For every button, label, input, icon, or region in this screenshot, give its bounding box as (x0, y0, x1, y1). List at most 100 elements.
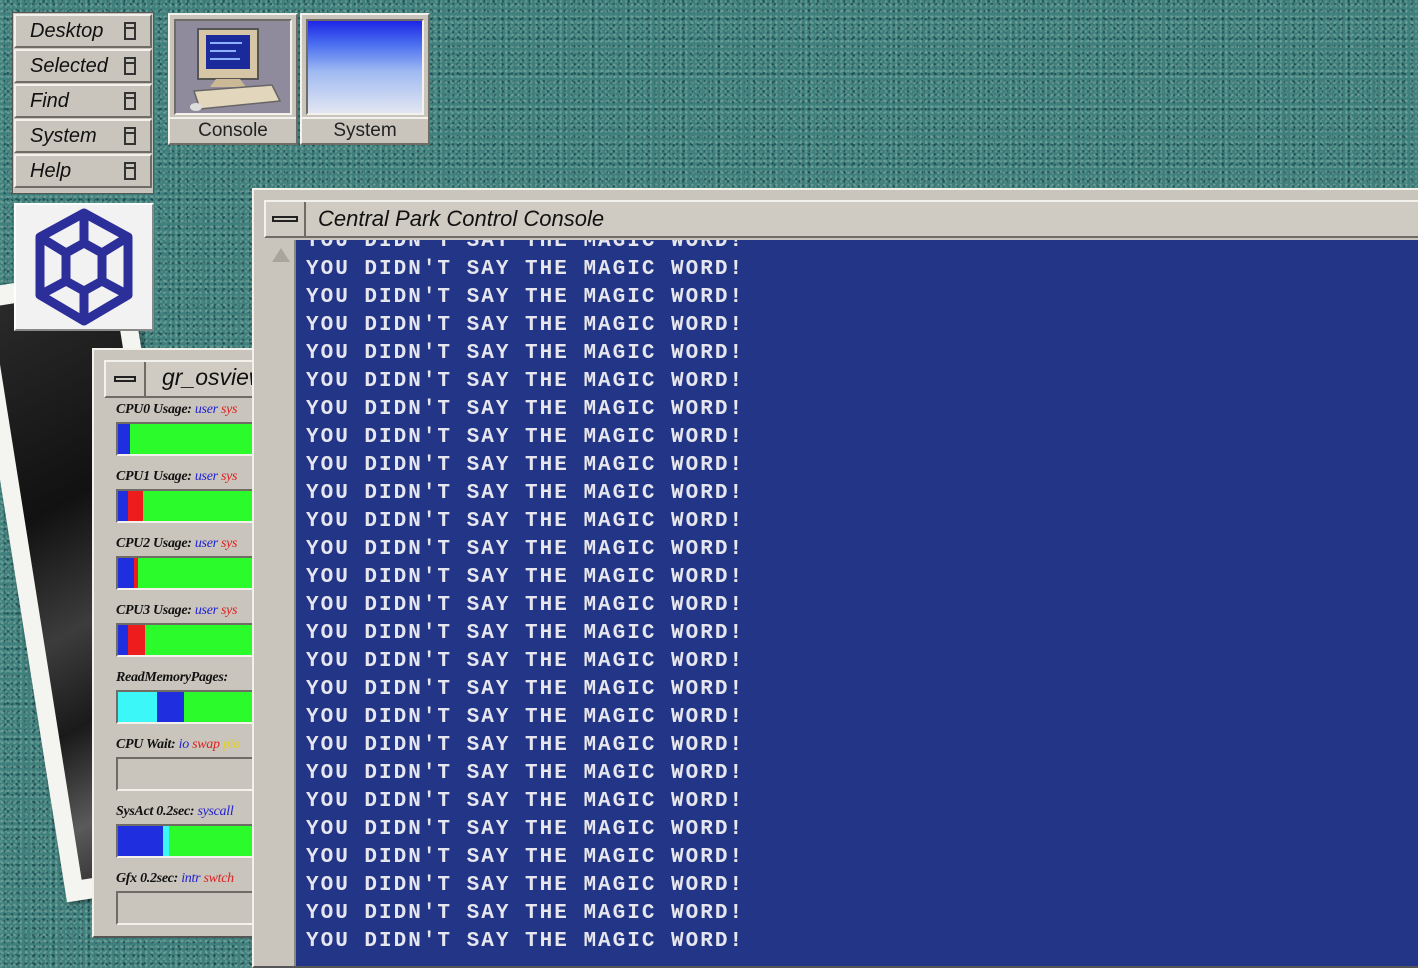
meter-key-sys: sys (220, 603, 238, 618)
toolchest-item-selected[interactable]: Selected (14, 49, 152, 83)
system-icon-label: System (302, 117, 428, 143)
meter-key-syscall: syscall (197, 804, 234, 819)
terminal-line: YOU DIDN'T SAY THE MAGIC WORD! (306, 818, 745, 841)
toolchest-item-label: Desktop (30, 19, 104, 42)
terminal-line: YOU DIDN'T SAY THE MAGIC WORD! (306, 510, 745, 533)
terminal-line: YOU DIDN'T SAY THE MAGIC WORD! (306, 370, 745, 393)
meter-label: CPU0 Usage: user sys (116, 402, 237, 418)
meter-label: CPU3 Usage: user sys (116, 603, 237, 619)
terminal-line: YOU DIDN'T SAY THE MAGIC WORD! (306, 342, 745, 365)
meter-key-intr: intr (181, 871, 204, 886)
meter-name: CPU Wait: (116, 737, 179, 752)
terminal-line: YOU DIDN'T SAY THE MAGIC WORD! (306, 426, 745, 449)
meter-segment (118, 491, 128, 521)
terminal-line: YOU DIDN'T SAY THE MAGIC WORD! (306, 902, 745, 925)
toolchest-item-system[interactable]: System (14, 119, 152, 153)
meter-label: CPU1 Usage: user sys (116, 469, 237, 485)
meter-segment (128, 491, 144, 521)
meter-key-swap: swap (192, 737, 223, 752)
terminal-line: YOU DIDN'T SAY THE MAGIC WORD! (306, 566, 745, 589)
toolchest-item-help[interactable]: Help (14, 154, 152, 188)
meter-key-sys: sys (220, 402, 238, 417)
window-menu-button[interactable] (266, 202, 306, 236)
terminal-line: YOU DIDN'T SAY THE MAGIC WORD! (306, 650, 745, 673)
sgi-cube-icon (35, 208, 133, 326)
console-desktop-icon[interactable]: Console (168, 13, 298, 145)
computer-monitor-icon (174, 19, 292, 115)
meter-key-sys: sys (220, 469, 238, 484)
system-gradient-icon (306, 19, 424, 115)
window-menu-button[interactable] (106, 362, 146, 396)
meter-name: SysAct 0.2sec: (116, 804, 198, 819)
osview-title: gr_osview (162, 364, 266, 390)
terminal-line: YOU DIDN'T SAY THE MAGIC WORD! (306, 454, 745, 477)
terminal-line: YOU DIDN'T SAY THE MAGIC WORD! (306, 314, 745, 337)
meter-name: Gfx 0.2sec: (116, 871, 182, 886)
meter-segment (118, 826, 163, 856)
meter-label: CPU Wait: io swap pio (116, 737, 240, 753)
meter-key-swtch: swtch (203, 871, 234, 886)
meter-segment (163, 826, 169, 856)
meter-label: ReadMemoryPages: (116, 670, 228, 686)
toolchest-item-label: Selected (30, 54, 108, 77)
toolchest-menu: Desktop Selected Find System Help (12, 12, 154, 194)
terminal-line: YOU DIDN'T SAY THE MAGIC WORD! (306, 930, 745, 953)
terminal-line: YOU DIDN'T SAY THE MAGIC WORD! (306, 594, 745, 617)
meter-key-io: io (178, 737, 193, 752)
meter-key-user: user (194, 469, 221, 484)
terminal-line: YOU DIDN'T SAY THE MAGIC WORD! (306, 846, 745, 869)
meter-key-user: user (194, 402, 221, 417)
terminal-line: YOU DIDN'T SAY THE MAGIC WORD! (306, 240, 745, 253)
terminal-line: YOU DIDN'T SAY THE MAGIC WORD! (306, 706, 745, 729)
submenu-icon (124, 22, 136, 40)
meter-key-user: user (194, 536, 221, 551)
meter-segment (118, 424, 130, 454)
terminal-line: YOU DIDN'T SAY THE MAGIC WORD! (306, 622, 745, 645)
submenu-icon (124, 162, 136, 180)
toolchest-item-label: Help (30, 159, 72, 182)
submenu-icon (124, 57, 136, 75)
meter-segment (118, 558, 134, 588)
scroll-up-arrow-icon[interactable] (272, 248, 290, 262)
meter-segment (157, 692, 184, 722)
meter-segment (118, 692, 157, 722)
meter-label: Gfx 0.2sec: intr swtch (116, 871, 234, 887)
meter-name: CPU2 Usage: (116, 536, 195, 551)
console-titlebar[interactable]: Central Park Control Console (264, 200, 1418, 238)
terminal-line: YOU DIDN'T SAY THE MAGIC WORD! (306, 678, 745, 701)
meter-key-user: user (194, 603, 221, 618)
toolchest-item-label: Find (30, 89, 69, 112)
terminal-output: YOU DIDN'T SAY THE MAGIC WORD! YOU DIDN'T… (306, 240, 744, 956)
terminal-line: YOU DIDN'T SAY THE MAGIC WORD! (306, 874, 745, 897)
terminal-line: YOU DIDN'T SAY THE MAGIC WORD! (306, 734, 745, 757)
meter-name: ReadMemoryPages: (116, 670, 228, 685)
terminal-line: YOU DIDN'T SAY THE MAGIC WORD! (306, 762, 745, 785)
meter-key-pio: pio (222, 737, 240, 752)
meter-name: CPU1 Usage: (116, 469, 195, 484)
toolchest-item-label: System (30, 124, 97, 147)
meter-name: CPU3 Usage: (116, 603, 195, 618)
console-terminal[interactable]: YOU DIDN'T SAY THE MAGIC WORD! YOU DIDN'T… (296, 240, 1418, 966)
meter-key-sys: sys (220, 536, 238, 551)
terminal-line: YOU DIDN'T SAY THE MAGIC WORD! (306, 790, 745, 813)
terminal-line: YOU DIDN'T SAY THE MAGIC WORD! (306, 482, 745, 505)
console-scrollbar[interactable] (266, 240, 296, 966)
toolchest-item-find[interactable]: Find (14, 84, 152, 118)
sgi-cube-logo (14, 203, 154, 331)
meter-segment (118, 625, 128, 655)
submenu-icon (124, 92, 136, 110)
console-title: Central Park Control Console (318, 206, 605, 231)
terminal-line: YOU DIDN'T SAY THE MAGIC WORD! (306, 258, 745, 281)
submenu-icon (124, 127, 136, 145)
meter-label: SysAct 0.2sec: syscall (116, 804, 234, 820)
meter-name: CPU0 Usage: (116, 402, 195, 417)
meter-segment (128, 625, 146, 655)
toolchest-item-desktop[interactable]: Desktop (14, 14, 152, 48)
terminal-line: YOU DIDN'T SAY THE MAGIC WORD! (306, 538, 745, 561)
console-icon-label: Console (170, 117, 296, 143)
meter-label: CPU2 Usage: user sys (116, 536, 237, 552)
system-desktop-icon[interactable]: System (300, 13, 430, 145)
terminal-line: YOU DIDN'T SAY THE MAGIC WORD! (306, 286, 745, 309)
console-window: Central Park Control Console YOU DIDN'T … (252, 188, 1418, 968)
terminal-line: YOU DIDN'T SAY THE MAGIC WORD! (306, 398, 745, 421)
